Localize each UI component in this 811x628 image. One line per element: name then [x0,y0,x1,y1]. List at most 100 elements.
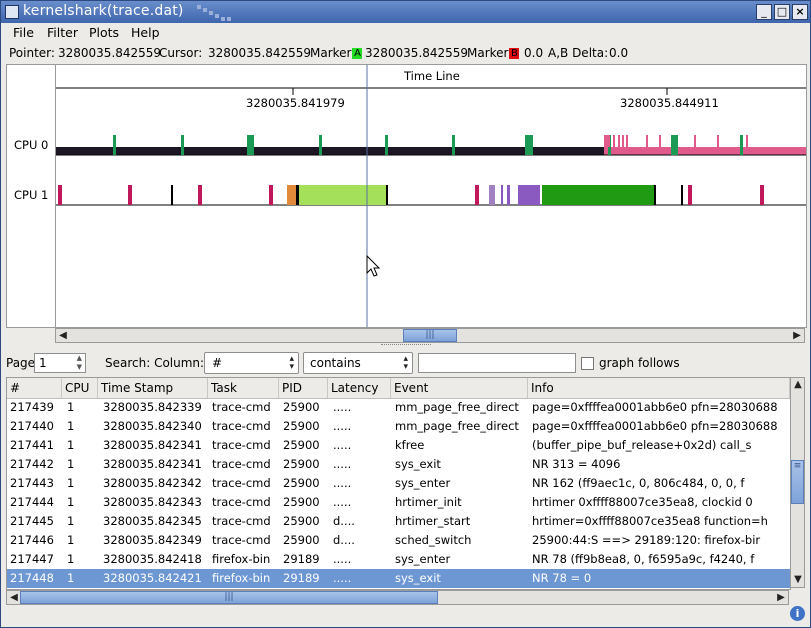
scroll-left-icon[interactable]: ◀ [7,591,21,604]
table-row[interactable]: 217448 1 3280035.842421 firefox-bin 29189...… [7,569,790,588]
minimize-button[interactable]: _ [756,4,772,20]
menu-plots[interactable]: Plots [89,25,119,40]
column-header[interactable]: # [7,378,62,398]
graph-canvas[interactable]: Time Line 3280035.841979 3280035.844911 [55,64,807,328]
page-label: Page [6,356,36,370]
table-cell: 217439 [10,400,54,414]
marker-b-value: 0.0 [524,46,544,60]
timeline-title: Time Line [403,69,460,83]
table-horizontal-scrollbar[interactable]: ◀ ||| ▶ [6,590,789,605]
table-cell: sys_enter [395,476,451,490]
scroll-right-icon[interactable]: ▶ [774,591,788,604]
column-select[interactable]: # ▴ ▾ [204,352,299,374]
scroll-right-icon[interactable]: ▶ [790,329,804,342]
marker-b-label: Marker B [467,46,520,60]
delta-label: A,B Delta: [548,46,609,60]
column-header[interactable]: Latency [328,378,391,398]
marker-a-value: 3280035.842559 [365,46,469,60]
tick-label-1: 3280035.844911 [620,96,719,110]
table-cell: (buffer_pipe_buf_release+0x2d) call_s [532,438,752,452]
table-cell: 1 [67,457,75,471]
table-cell: 217440 [10,419,54,433]
menu-file[interactable]: File [13,25,34,40]
pane-splitter[interactable] [381,344,431,349]
table-row[interactable]: 217445 1 3280035.842345 trace-cmd 25900 d....… [7,512,790,531]
search-column-label: Search: Column: [105,356,205,370]
table-cell: NR 162 (ff9aec1c, 0, 806c484, 0, 0, f [532,476,745,490]
table-cell: trace-cmd [212,514,271,528]
scroll-up-icon[interactable]: ▲ [791,378,805,391]
menu-help[interactable]: Help [131,25,160,40]
table-cell: 3280035.842341 [103,438,202,452]
table-row[interactable]: 217442 1 3280035.842341 trace-cmd 25900.....… [7,455,790,474]
scroll-down-icon[interactable]: ▼ [791,573,805,586]
graph-horizontal-scrollbar[interactable]: ◀ ||| ▶ [55,328,805,343]
table-cell: mm_page_free_direct [395,400,519,414]
table-cell: firefox-bin [212,552,271,566]
cpu1-plot [56,185,806,206]
table-row[interactable]: 217440 1 3280035.842340 trace-cmd 25900.....… [7,417,790,436]
table-cell: sys_enter [395,552,451,566]
spinner-arrows-icon[interactable]: ▲ ▼ [77,354,82,372]
table-cell: 25900 [283,533,320,547]
info-icon[interactable]: i [790,606,805,621]
table-row[interactable]: 217446 1 3280035.842349 trace-cmd 25900 d....… [7,531,790,550]
table-cell: 1 [67,533,75,547]
table-cell: 3280035.842342 [103,476,202,490]
table-cell: ..... [333,476,352,490]
table-cell: trace-cmd [212,438,271,452]
table-row[interactable]: 217443 1 3280035.842342 trace-cmd 25900.....… [7,474,790,493]
search-input[interactable] [418,353,576,373]
table-cell: 217448 [10,571,54,585]
close-button[interactable]: × [792,4,808,20]
table-hscroll-thumb[interactable]: ||| [20,591,438,604]
table-cell: d.... [333,533,355,547]
table-cell: 25900 [283,495,320,509]
table-cell: sys_exit [395,571,441,585]
table-cell: hrtimer=0xffff88007ce35ea8 function=h [532,514,768,528]
table-row[interactable]: 217439 1 3280035.842339 trace-cmd 25900.....… [7,398,790,417]
column-header[interactable]: Task [208,378,279,398]
table-cell: trace-cmd [212,457,271,471]
main-window: kernelshark(trace.dat) _ □ × File Filter… [0,0,811,628]
event-table: # CPU Time Stamp Task PID Latency Event Info 21… [6,377,791,590]
table-cell: 25900 [283,514,320,528]
compare-select[interactable]: contains ▴ ▾ [303,352,413,374]
table-row[interactable]: 217441 1 3280035.842341 trace-cmd 25900.....… [7,436,790,455]
table-cell: trace-cmd [212,400,271,414]
graph-follows-checkbox[interactable] [581,357,594,370]
table-cell: NR 78 (ff9b8ea8, 0, f6595a9c, f4240, f [532,552,755,566]
menu-filter[interactable]: Filter [47,25,78,40]
maximize-button[interactable]: □ [774,4,790,20]
table-cell: 1 [67,476,75,490]
page-spinner[interactable]: 1 ▲ ▼ [34,353,86,373]
column-header[interactable]: CPU [62,378,98,398]
app-icon [5,5,19,19]
graph-scroll-thumb[interactable]: ||| [403,329,457,342]
cursor-value: 3280035.842559 [208,46,312,60]
table-cell: 217444 [10,495,54,509]
table-cell: 3280035.842421 [103,571,202,585]
column-header[interactable]: PID [279,378,328,398]
table-cell: 217447 [10,552,54,566]
column-header[interactable]: Info [528,378,790,398]
table-row[interactable]: 217444 1 3280035.842343 trace-cmd 25900.....… [7,493,790,512]
table-row[interactable]: 217447 1 3280035.842418 firefox-bin 29189...… [7,550,790,569]
title-bar[interactable]: kernelshark(trace.dat) _ □ × [1,1,810,23]
table-cell: 1 [67,400,75,414]
combo-arrows-icon: ▴ ▾ [403,354,408,372]
table-cell: hrtimer_start [395,514,471,528]
table-cell: 3280035.842339 [103,400,202,414]
marker-a-label: Marker A [310,46,363,60]
table-cell: sched_switch [395,533,472,547]
table-vertical-scrollbar[interactable]: ▲ ≡ ▼ [790,377,805,588]
marker-a-swatch: A [352,48,363,59]
table-cell: 1 [67,495,75,509]
scroll-left-icon[interactable]: ◀ [56,329,70,342]
column-header[interactable]: Time Stamp [98,378,208,398]
table-cell: 3280035.842349 [103,533,202,547]
table-cell: 29189 [283,571,320,585]
table-cell: 25900 [283,457,320,471]
column-header[interactable]: Event [391,378,528,398]
table-vscroll-thumb[interactable]: ≡ [791,460,804,504]
